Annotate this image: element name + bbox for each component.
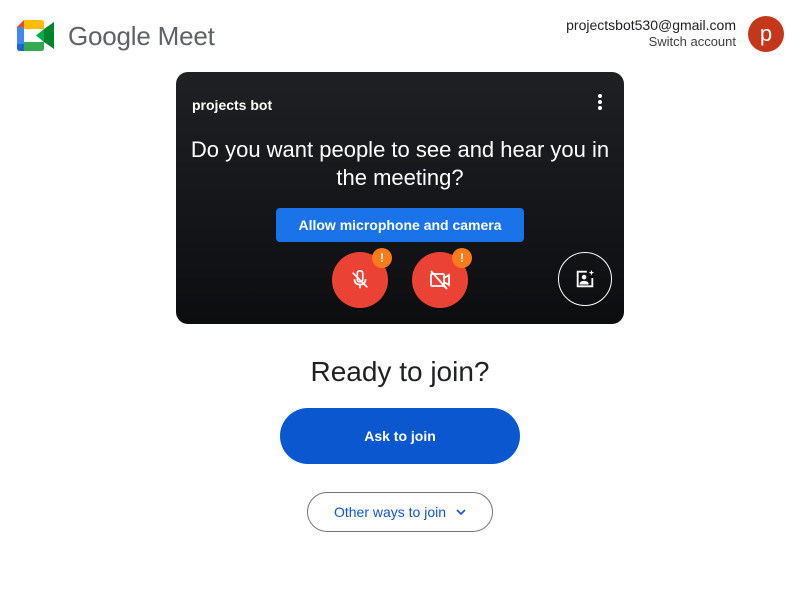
mic-off-icon (352, 270, 368, 289)
other-ways-to-join-button[interactable]: Other ways to join (307, 492, 493, 532)
visual-effects-button[interactable] (558, 252, 612, 306)
more-options-button[interactable] (588, 90, 612, 114)
visual-effects-icon (576, 269, 595, 288)
video-preview: projects bot Do you want people to see a… (176, 72, 624, 324)
more-vert-icon (598, 94, 602, 110)
camera-warning-badge: ! (452, 248, 472, 268)
allow-mic-camera-button[interactable]: Allow microphone and camera (276, 208, 524, 242)
account-info: projectsbot530@gmail.com Switch account (566, 16, 736, 50)
mic-warning-badge: ! (372, 248, 392, 268)
preview-user-name: projects bot (192, 97, 273, 113)
switch-account-link[interactable]: Switch account (566, 34, 736, 50)
meet-prejoin-page: Google Meet projectsbot530@gmail.com Swi… (0, 0, 800, 600)
microphone-toggle-button[interactable]: ! (332, 248, 392, 308)
google-meet-logo-icon (17, 20, 54, 51)
ready-to-join-title: Ready to join? (310, 356, 490, 387)
google-meet-logo[interactable]: Google Meet (17, 20, 215, 51)
camera-toggle-button[interactable]: ! (412, 248, 472, 308)
ask-to-join-button[interactable]: Ask to join (280, 408, 520, 464)
avatar[interactable]: p (748, 16, 784, 52)
chevron-down-icon (456, 509, 466, 515)
permission-question: Do you want people to see and hear you i… (190, 137, 610, 190)
avatar-letter: p (759, 21, 773, 46)
product-name: Google Meet (68, 20, 215, 51)
account-email: projectsbot530@gmail.com (566, 17, 736, 33)
videocam-off-icon (430, 270, 450, 290)
other-ways-label: Other ways to join (333, 504, 447, 520)
